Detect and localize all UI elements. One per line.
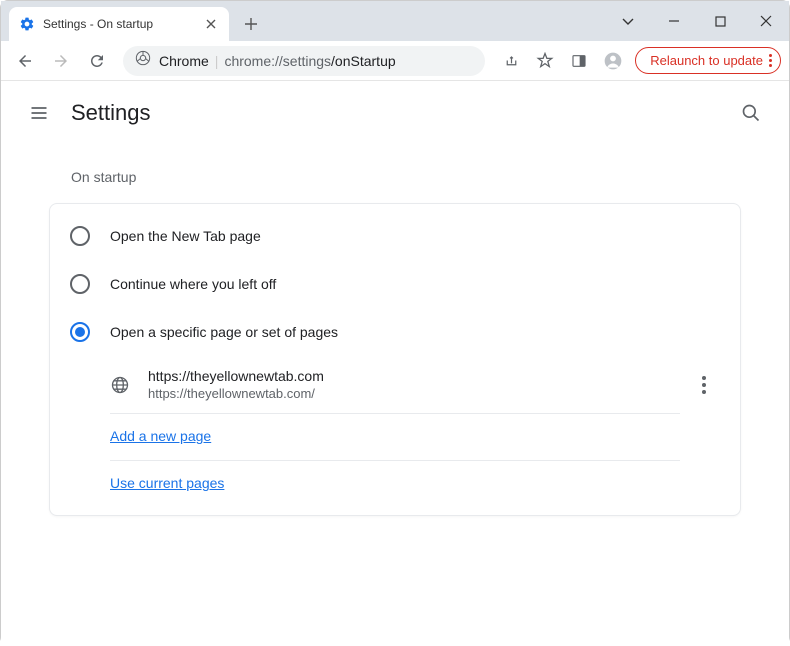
section-title: On startup [71,169,741,185]
browser-tab[interactable]: Settings - On startup [9,7,229,41]
startup-options-card: Open the New Tab page Continue where you… [49,203,741,516]
relaunch-update-button[interactable]: Relaunch to update [635,47,781,74]
radio-icon [70,274,90,294]
search-button[interactable] [733,95,769,131]
settings-header: Settings [1,81,789,145]
chrome-menu-icon [769,54,772,67]
more-vert-icon [702,376,706,394]
page-content: PCrisk.com Settings On startup Open the … [1,81,789,646]
side-panel-icon[interactable] [563,45,595,77]
radio-icon [70,226,90,246]
gear-icon [19,16,35,32]
share-icon[interactable] [495,45,527,77]
radio-specific-pages[interactable]: Open a specific page or set of pages [50,308,740,356]
page-entry-more-button[interactable] [688,369,720,401]
reload-button[interactable] [81,45,113,77]
on-startup-section: On startup Open the New Tab page Continu… [1,169,789,516]
page-entry-title: https://theyellownewtab.com [148,368,688,384]
bookmark-icon[interactable] [529,45,561,77]
close-tab-button[interactable] [203,16,219,32]
add-page-row: Add a new page [50,414,740,460]
relaunch-label: Relaunch to update [650,53,763,68]
new-tab-button[interactable] [237,10,265,38]
back-button[interactable] [9,45,41,77]
page-entry-text: https://theyellownewtab.com https://they… [148,368,688,401]
page-entry-url: https://theyellownewtab.com/ [148,386,688,401]
url-text: Chrome | chrome://settings/onStartup [159,53,396,69]
tab-title: Settings - On startup [43,17,203,31]
close-window-button[interactable] [743,5,789,37]
chrome-icon [135,50,151,71]
window-titlebar: Settings - On startup [1,1,789,41]
radio-label: Open a specific page or set of pages [110,324,338,340]
radio-label: Open the New Tab page [110,228,261,244]
page-title: Settings [71,100,733,126]
toolbar-actions: Relaunch to update [495,45,781,77]
add-new-page-link[interactable]: Add a new page [110,428,211,444]
profile-icon[interactable] [597,45,629,77]
minimize-button[interactable] [651,5,697,37]
hamburger-menu-button[interactable] [21,95,57,131]
browser-toolbar: Chrome | chrome://settings/onStartup Rel… [1,41,789,81]
use-current-row: Use current pages [50,461,740,507]
globe-icon [110,375,130,395]
use-current-pages-link[interactable]: Use current pages [110,475,224,491]
maximize-button[interactable] [697,5,743,37]
radio-icon-selected [70,322,90,342]
radio-label: Continue where you left off [110,276,276,292]
radio-continue-left-off[interactable]: Continue where you left off [50,260,740,308]
window-controls [605,1,789,41]
chevron-down-icon[interactable] [605,5,651,37]
radio-new-tab-page[interactable]: Open the New Tab page [50,212,740,260]
forward-button[interactable] [45,45,77,77]
startup-page-entry: https://theyellownewtab.com https://they… [50,356,740,413]
address-bar[interactable]: Chrome | chrome://settings/onStartup [123,46,485,76]
